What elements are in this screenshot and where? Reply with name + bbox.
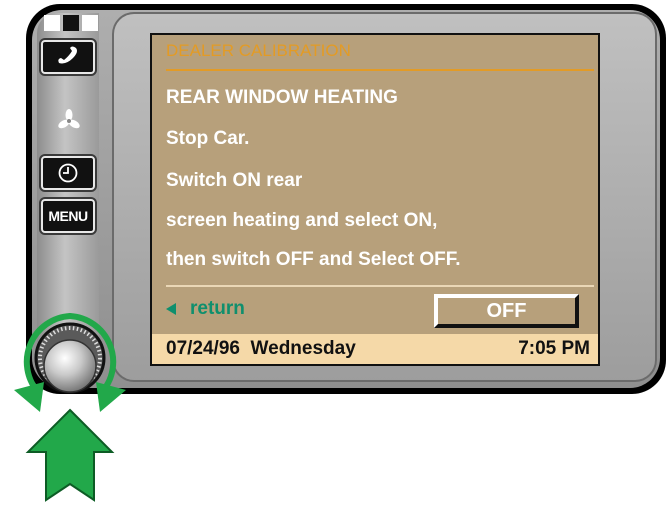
knob-overlay — [14, 313, 126, 502]
rotate-right-arrowhead — [96, 382, 126, 412]
push-arrow-icon — [25, 408, 115, 502]
rotate-left-arrowhead — [14, 382, 44, 412]
rotary-knob[interactable] — [34, 322, 106, 394]
